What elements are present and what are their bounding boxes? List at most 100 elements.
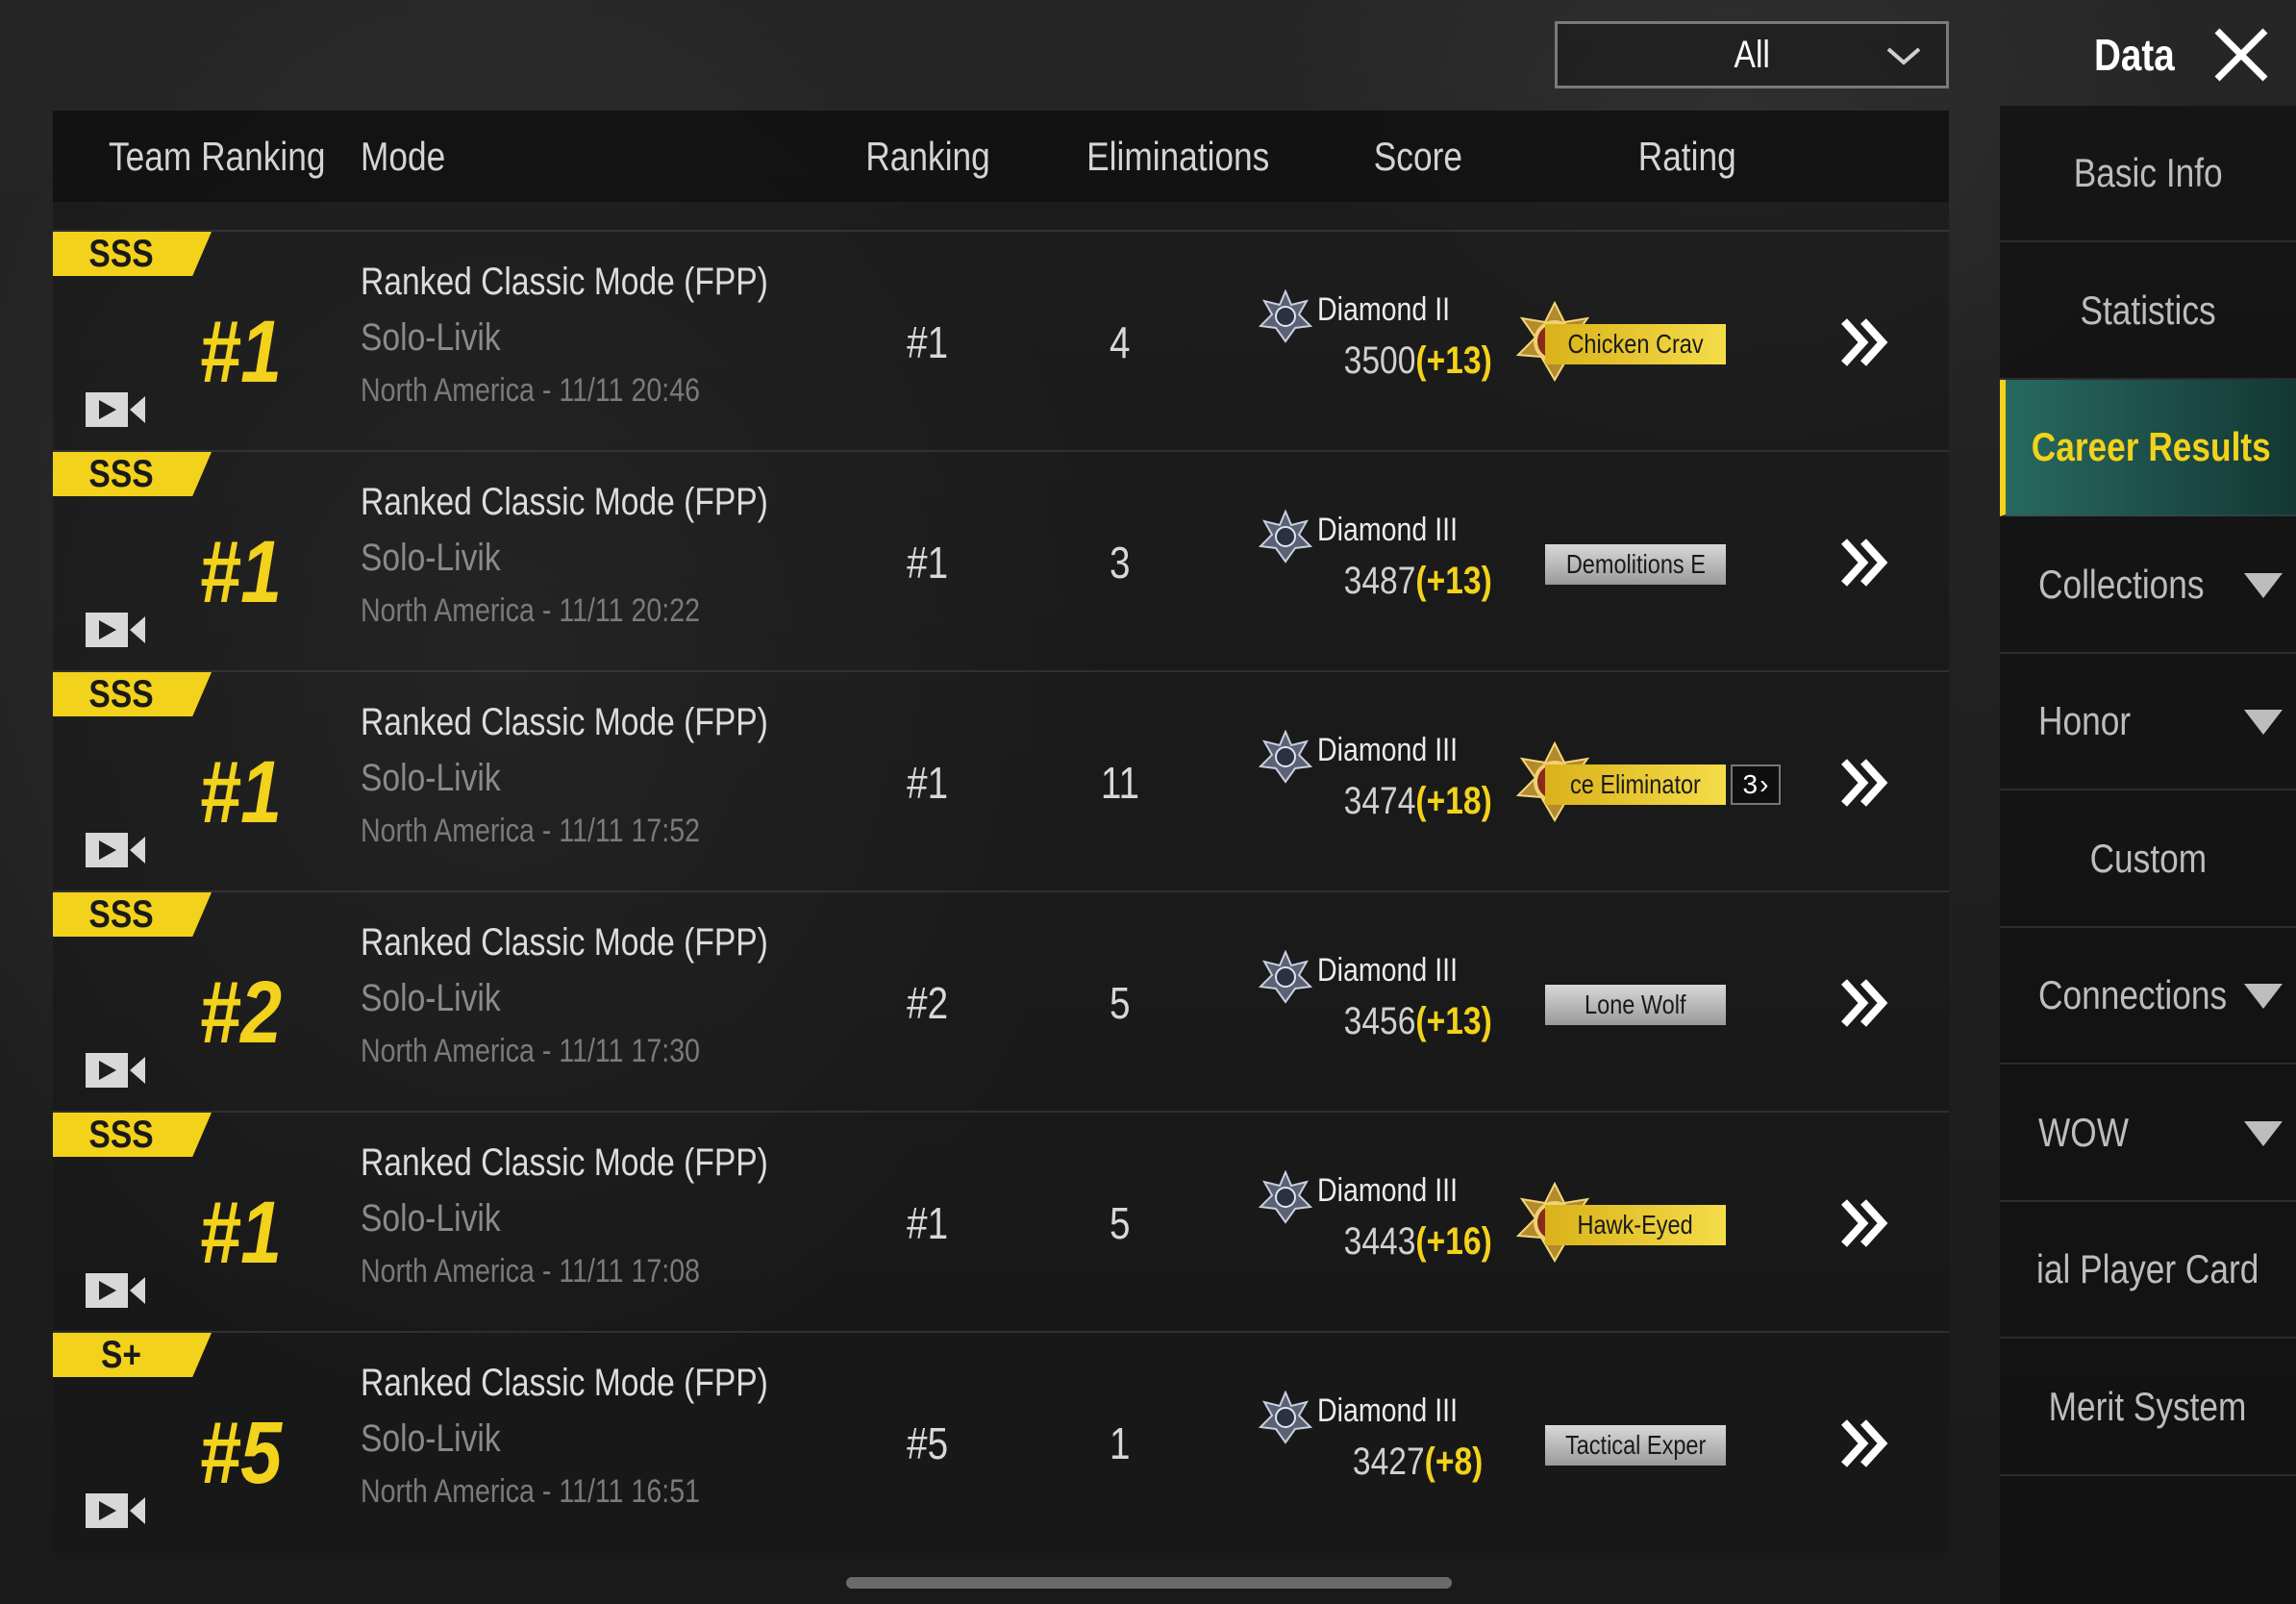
sidebar-item-label: Collections — [2038, 561, 2205, 607]
col-ranking: Ranking — [865, 133, 990, 179]
caret-down-icon — [2244, 710, 2283, 735]
rating-count: 3 — [1742, 769, 1759, 799]
rating-title: Chicken Crav — [1545, 324, 1726, 364]
rank-tier: Diamond III — [1317, 732, 1459, 768]
page-title: Data — [2093, 30, 2175, 80]
double-chevron-right-icon[interactable] — [1836, 1415, 1894, 1472]
score-delta: (+13) — [1415, 1000, 1493, 1042]
rating-title: Hawk-Eyed — [1545, 1205, 1726, 1245]
diamond-rank-icon — [1259, 730, 1312, 784]
tier-badge: S+ — [53, 1333, 212, 1377]
match-eliminations: 5 — [1110, 1198, 1131, 1248]
sidebar-item-label: Honor — [2038, 698, 2132, 743]
rating-title: Demolitions E — [1545, 544, 1726, 585]
sidebar-item-label: ial Player Card — [2036, 1246, 2259, 1291]
match-map: Solo-Livik — [361, 537, 501, 579]
caret-down-icon — [2244, 1120, 2283, 1146]
caret-down-icon — [2244, 572, 2283, 598]
sidebar-item-label: WOW — [2038, 1109, 2130, 1155]
sidebar-item-wow[interactable]: WOW — [2000, 1065, 2296, 1202]
score-delta: (+13) — [1415, 560, 1493, 602]
match-eliminations: 3 — [1110, 538, 1131, 588]
double-chevron-right-icon[interactable] — [1836, 1194, 1894, 1252]
video-replay-icon[interactable] — [84, 390, 147, 429]
video-replay-icon[interactable] — [84, 831, 147, 869]
score-value: 3443 — [1343, 1220, 1416, 1263]
match-ranking: #1 — [907, 317, 949, 367]
chevron-down-icon — [1886, 47, 1921, 65]
team-placement: #1 — [199, 302, 282, 401]
match-mode: Ranked Classic Mode (FPP) — [361, 261, 768, 303]
match-map: Solo-Livik — [361, 757, 501, 799]
sidebar-item-ial-player-card[interactable]: ial Player Card — [2000, 1202, 2296, 1339]
table-row[interactable]: S+ #5 Ranked Classic Mode (FPP) Solo-Livik N… — [53, 1331, 1949, 1551]
tier-badge: SSS — [53, 672, 212, 716]
close-icon[interactable] — [2209, 23, 2273, 87]
table-row[interactable]: SSS #1 Ranked Classic Mode (FPP) Solo-Livik… — [53, 670, 1949, 890]
sidebar-item-label: Connections — [2038, 972, 2228, 1017]
double-chevron-right-icon[interactable] — [1836, 534, 1894, 591]
match-region-time: North America - 11/11 17:52 — [361, 813, 700, 849]
mode-filter-value: All — [1734, 33, 1770, 76]
chevron-right-icon: › — [1759, 769, 1769, 799]
score-value: 3474 — [1343, 780, 1416, 822]
rank-tier: Diamond III — [1317, 1172, 1459, 1209]
match-mode: Ranked Classic Mode (FPP) — [361, 701, 768, 743]
team-placement: #2 — [199, 963, 282, 1062]
match-eliminations: 4 — [1110, 317, 1131, 367]
rank-score: 3427(+8) — [1274, 1441, 1562, 1484]
match-map: Solo-Livik — [361, 316, 501, 359]
rank-tier: Diamond III — [1317, 952, 1459, 989]
match-eliminations: 1 — [1110, 1418, 1131, 1468]
match-mode: Ranked Classic Mode (FPP) — [361, 1141, 768, 1184]
tier-badge: SSS — [53, 892, 212, 937]
rating-title: Tactical Exper — [1545, 1425, 1726, 1466]
match-ranking: #2 — [907, 978, 949, 1028]
video-replay-icon[interactable] — [84, 1051, 147, 1090]
diamond-rank-icon — [1259, 950, 1312, 1004]
video-replay-icon[interactable] — [84, 1271, 147, 1310]
match-region-time: North America - 11/11 16:51 — [361, 1473, 700, 1510]
col-mode: Mode — [361, 133, 446, 179]
sidebar-item-statistics[interactable]: Statistics — [2000, 243, 2296, 380]
sidebar-nav: Basic Info Statistics Career Results Collec… — [2000, 106, 2296, 1604]
sidebar-item-collections[interactable]: Collections — [2000, 517, 2296, 654]
video-replay-icon[interactable] — [84, 611, 147, 649]
sidebar-item-connections[interactable]: Connections — [2000, 928, 2296, 1065]
table-row[interactable]: SSS #1 Ranked Classic Mode (FPP) Solo-Livik… — [53, 1111, 1949, 1331]
col-score: Score — [1373, 133, 1463, 179]
rating-count-button[interactable]: 3 › — [1731, 764, 1781, 805]
table-row[interactable]: SSS #2 Ranked Classic Mode (FPP) Solo-Livik… — [53, 890, 1949, 1111]
rank-tier: Diamond III — [1317, 512, 1459, 548]
sidebar-item-honor[interactable]: Honor — [2000, 654, 2296, 790]
double-chevron-right-icon[interactable] — [1836, 313, 1894, 371]
sidebar-item-label: Basic Info — [2073, 150, 2223, 195]
table-header: Team Ranking Mode Ranking Eliminations S… — [53, 111, 1949, 202]
match-ranking: #1 — [907, 538, 949, 588]
score-value: 3456 — [1343, 1000, 1416, 1042]
rating-title: Lone Wolf — [1545, 985, 1726, 1025]
match-mode: Ranked Classic Mode (FPP) — [361, 1362, 768, 1404]
match-eliminations: 11 — [1100, 758, 1140, 808]
mode-filter-dropdown[interactable]: All — [1555, 21, 1949, 88]
double-chevron-right-icon[interactable] — [1836, 754, 1894, 812]
rank-tier: Diamond II — [1317, 291, 1451, 328]
horizontal-scrollbar[interactable] — [846, 1577, 1452, 1589]
team-placement: #1 — [199, 522, 282, 621]
score-delta: (+16) — [1415, 1220, 1493, 1263]
video-replay-icon[interactable] — [84, 1491, 147, 1530]
sidebar-item-career-results[interactable]: Career Results — [2000, 380, 2296, 516]
rank-score: 3456(+13) — [1274, 1000, 1562, 1043]
team-placement: #5 — [199, 1403, 282, 1502]
match-region-time: North America - 11/11 17:30 — [361, 1033, 700, 1069]
sidebar-item-custom[interactable]: Custom — [2000, 791, 2296, 928]
table-row[interactable]: SSS #1 Ranked Classic Mode (FPP) Solo-Livik… — [53, 230, 1949, 450]
diamond-rank-icon — [1259, 1391, 1312, 1444]
double-chevron-right-icon[interactable] — [1836, 974, 1894, 1032]
rank-tier: Diamond III — [1317, 1392, 1459, 1429]
table-row[interactable]: SSS #1 Ranked Classic Mode (FPP) Solo-Livik… — [53, 450, 1949, 670]
rating-title: ce Eliminator — [1545, 764, 1726, 805]
sidebar-item-merit-system[interactable]: Merit System — [2000, 1340, 2296, 1476]
score-delta: (+13) — [1415, 339, 1493, 382]
sidebar-item-basic-info[interactable]: Basic Info — [2000, 106, 2296, 242]
